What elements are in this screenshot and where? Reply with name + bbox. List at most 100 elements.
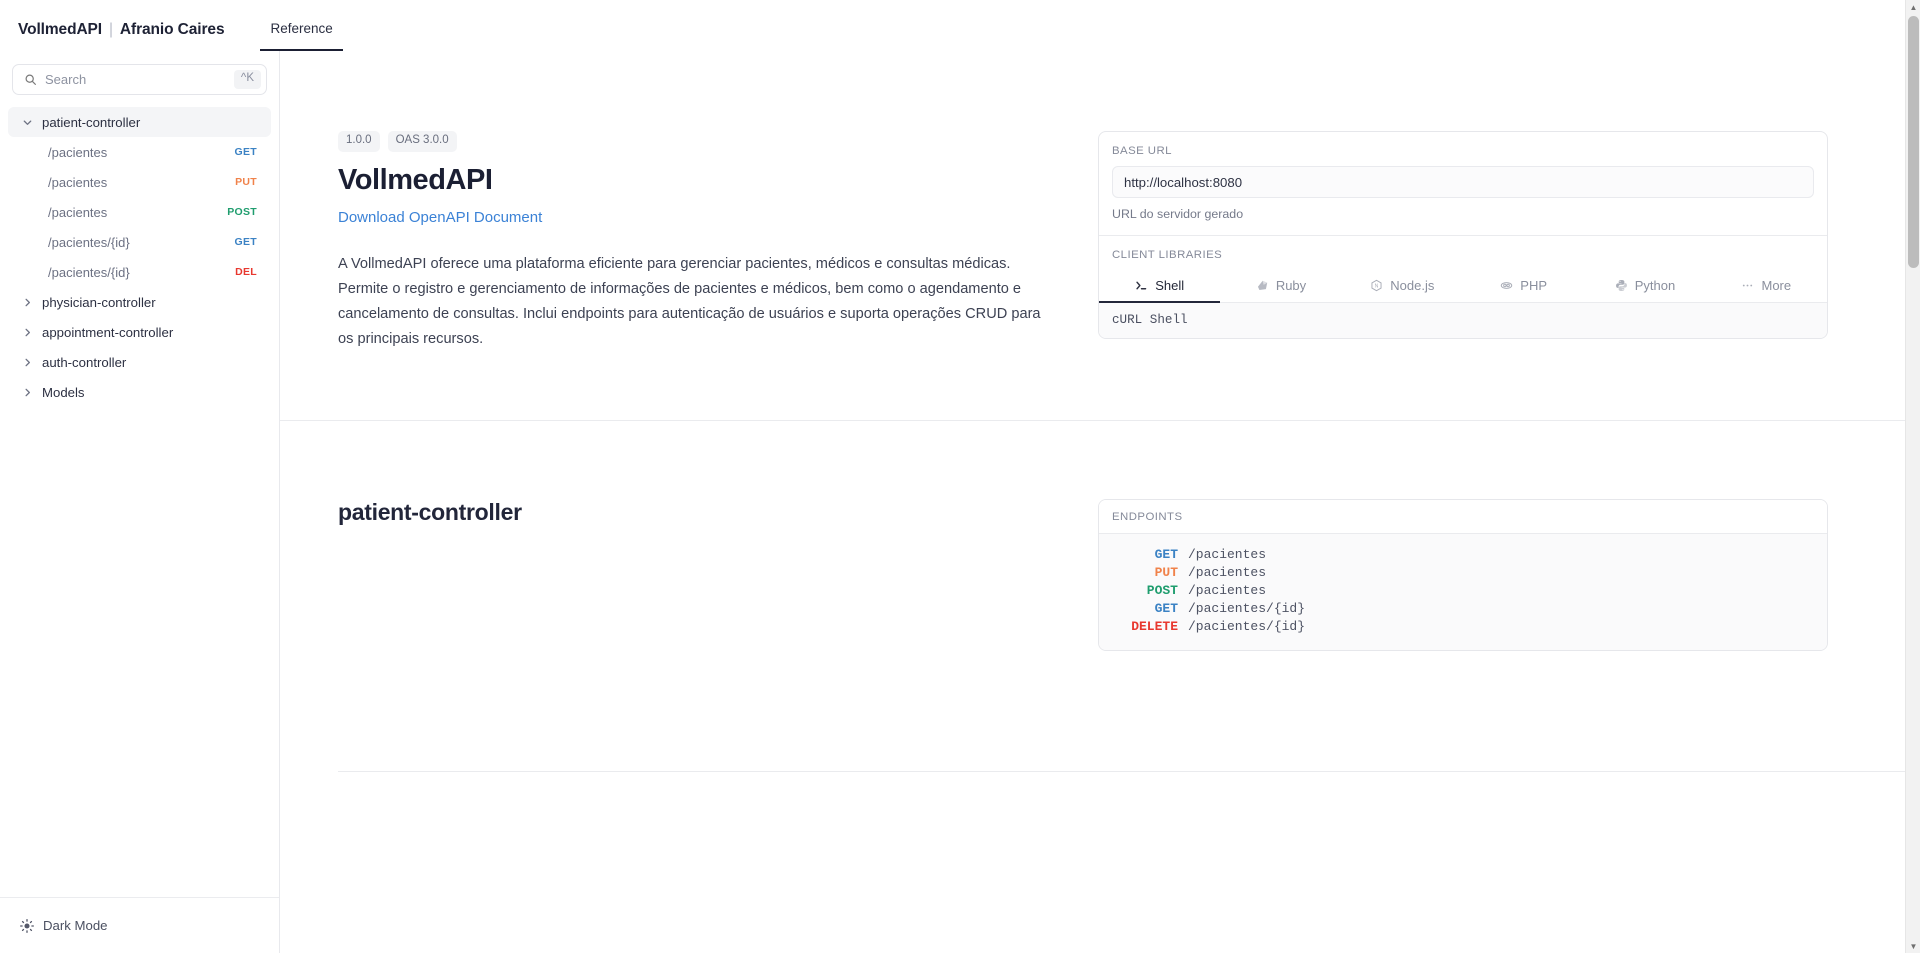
section-divider-controller: [338, 771, 1905, 772]
chevron-right-icon: [22, 357, 33, 368]
ellipsis-icon: [1741, 279, 1754, 292]
tab-more[interactable]: More: [1706, 270, 1827, 303]
base-url-help-text: URL do servidor gerado: [1112, 207, 1814, 221]
sun-icon: [20, 919, 34, 933]
tab-nodejs[interactable]: N Node.js: [1342, 270, 1463, 303]
endpoint-method: GET: [1112, 600, 1178, 618]
api-intro-section: 1.0.0 OAS 3.0.0 VollmedAPI Download Open…: [280, 51, 1905, 420]
tab-ruby[interactable]: Ruby: [1220, 270, 1341, 303]
chevron-down-icon: [22, 117, 33, 128]
sidebar-endpoint-get-pacientes-id[interactable]: /pacientes/{id} GET: [8, 227, 271, 257]
dark-mode-label: Dark Mode: [43, 918, 108, 933]
sidebar: Search ^K patient-controller /pacientes …: [0, 51, 280, 953]
oas-badge: OAS 3.0.0: [388, 131, 457, 152]
base-url-block: BASE URL http://localhost:8080 URL do se…: [1099, 132, 1827, 235]
endpoint-row[interactable]: DELETE /pacientes/{id}: [1112, 618, 1814, 636]
chevron-right-icon: [22, 387, 33, 398]
sidebar-endpoint-post-pacientes[interactable]: /pacientes POST: [8, 197, 271, 227]
app-brand[interactable]: VollmedAPI | Afranio Caires: [10, 21, 224, 51]
tab-label: Shell: [1155, 278, 1184, 293]
controller-right: ENDPOINTS GET /pacientes PUT /pacientes …: [1098, 499, 1828, 651]
endpoint-row[interactable]: PUT /pacientes: [1112, 564, 1814, 582]
download-openapi-link[interactable]: Download OpenAPI Document: [338, 209, 542, 226]
sidebar-endpoint-put-pacientes[interactable]: /pacientes PUT: [8, 167, 271, 197]
sidebar-group-label: appointment-controller: [42, 325, 173, 340]
sidebar-group-patient-controller[interactable]: patient-controller: [8, 107, 271, 137]
server-info-panel: BASE URL http://localhost:8080 URL do se…: [1098, 131, 1828, 339]
brand-name: VollmedAPI: [18, 21, 102, 39]
api-intro-right: BASE URL http://localhost:8080 URL do se…: [1098, 131, 1828, 352]
brand-separator: |: [109, 21, 113, 39]
shell-prompt-icon: [1135, 279, 1148, 292]
sidebar-nav: patient-controller /pacientes GET /pacie…: [0, 107, 279, 407]
base-url-value: http://localhost:8080: [1124, 175, 1242, 190]
endpoint-path: /pacientes/{id}: [1178, 600, 1305, 618]
code-sample-box[interactable]: cURL Shell: [1099, 303, 1827, 338]
endpoints-list: GET /pacientes PUT /pacientes POST /paci…: [1099, 534, 1827, 650]
sidebar-group-auth-controller[interactable]: auth-controller: [8, 347, 271, 377]
nodejs-hex-icon: N: [1370, 279, 1383, 292]
tab-shell[interactable]: Shell: [1099, 270, 1220, 303]
search-placeholder: Search: [45, 72, 234, 87]
search-icon: [24, 73, 37, 86]
top-tabs: Reference: [260, 0, 342, 51]
scroll-up-arrow-icon[interactable]: ▲: [1906, 0, 1920, 14]
controller-left: patient-controller: [338, 499, 1098, 651]
search-shortcut-badge: ^K: [234, 70, 261, 89]
scrollbar-thumb[interactable]: [1908, 16, 1919, 268]
search-container: Search ^K: [0, 51, 279, 95]
tab-label: Ruby: [1276, 278, 1306, 293]
tab-label: PHP: [1520, 278, 1547, 293]
sidebar-endpoint-path: /pacientes: [48, 205, 107, 220]
sidebar-group-appointment-controller[interactable]: appointment-controller: [8, 317, 271, 347]
endpoint-method: POST: [1112, 582, 1178, 600]
tab-reference[interactable]: Reference: [260, 21, 342, 51]
version-badge: 1.0.0: [338, 131, 380, 152]
controller-title: patient-controller: [338, 499, 1058, 526]
sidebar-endpoint-path: /pacientes: [48, 145, 107, 160]
patient-controller-section: patient-controller ENDPOINTS GET /pacien…: [280, 421, 1905, 771]
vertical-scrollbar[interactable]: ▲ ▼: [1905, 0, 1920, 953]
page-title: VollmedAPI: [338, 164, 1058, 197]
client-library-tabs: Shell Ruby: [1099, 270, 1827, 303]
sidebar-group-physician-controller[interactable]: physician-controller: [8, 287, 271, 317]
chevron-right-icon: [22, 297, 33, 308]
tab-php[interactable]: PHP: [1463, 270, 1584, 303]
dark-mode-toggle[interactable]: Dark Mode: [20, 918, 108, 933]
chevron-right-icon: [22, 327, 33, 338]
sidebar-endpoint-path: /pacientes: [48, 175, 107, 190]
sidebar-endpoint-method: GET: [235, 146, 258, 158]
sidebar-footer: Dark Mode: [0, 897, 279, 953]
svg-text:N: N: [1375, 284, 1379, 290]
sidebar-endpoint-path: /pacientes/{id}: [48, 235, 130, 250]
ruby-gem-icon: [1256, 279, 1269, 292]
sidebar-endpoint-method: DEL: [235, 266, 257, 278]
sidebar-endpoint-del-pacientes-id[interactable]: /pacientes/{id} DEL: [8, 257, 271, 287]
tab-label: Node.js: [1390, 278, 1434, 293]
sidebar-group-label: Models: [42, 385, 85, 400]
tab-label: More: [1761, 278, 1791, 293]
api-badges: 1.0.0 OAS 3.0.0: [338, 131, 1058, 152]
client-libraries-block: CLIENT LIBRARIES: [1099, 235, 1827, 261]
tab-label: Python: [1635, 278, 1675, 293]
sidebar-endpoint-method: POST: [227, 206, 257, 218]
endpoint-method: GET: [1112, 546, 1178, 564]
sidebar-group-models[interactable]: Models: [8, 377, 271, 407]
endpoints-panel: ENDPOINTS GET /pacientes PUT /pacientes …: [1098, 499, 1828, 651]
endpoint-row[interactable]: GET /pacientes: [1112, 546, 1814, 564]
sidebar-endpoint-path: /pacientes/{id}: [48, 265, 130, 280]
endpoint-path: /pacientes/{id}: [1178, 618, 1305, 636]
sidebar-endpoint-get-pacientes[interactable]: /pacientes GET: [8, 137, 271, 167]
sidebar-group-label: physician-controller: [42, 295, 156, 310]
endpoint-path: /pacientes: [1178, 546, 1266, 564]
search-input[interactable]: Search ^K: [12, 64, 267, 95]
endpoint-row[interactable]: GET /pacientes/{id}: [1112, 600, 1814, 618]
scroll-down-arrow-icon[interactable]: ▼: [1906, 939, 1920, 953]
client-libraries-label: CLIENT LIBRARIES: [1112, 249, 1814, 261]
sidebar-group-label: auth-controller: [42, 355, 126, 370]
php-elephant-icon: [1500, 279, 1513, 292]
endpoint-row[interactable]: POST /pacientes: [1112, 582, 1814, 600]
brand-author: Afranio Caires: [120, 21, 225, 39]
tab-python[interactable]: Python: [1584, 270, 1705, 303]
base-url-field[interactable]: http://localhost:8080: [1112, 166, 1814, 198]
